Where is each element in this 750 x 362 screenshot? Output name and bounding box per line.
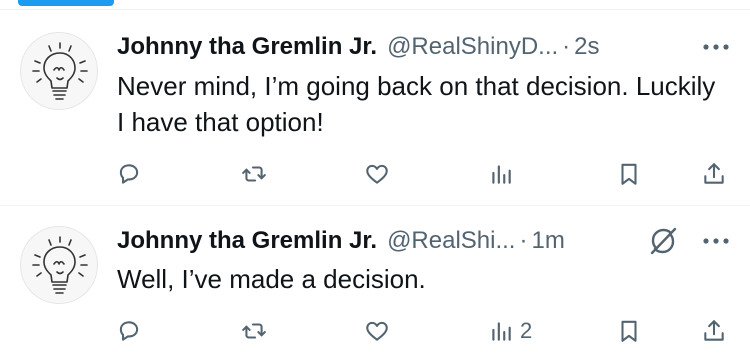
avatar[interactable]	[20, 226, 98, 304]
tweet-text: Never mind, I’m going back on that decis…	[117, 71, 716, 137]
views-count: 2	[520, 318, 533, 343]
avatar[interactable]	[20, 32, 98, 110]
share-icon	[704, 163, 724, 184]
views-button[interactable]: 2	[488, 314, 532, 348]
tweet-actions	[116, 157, 732, 191]
lightbulb-avatar-icon	[32, 236, 88, 294]
share-icon	[704, 320, 724, 341]
like-button[interactable]	[364, 157, 390, 191]
bookmark-icon	[621, 163, 637, 185]
display-name[interactable]: Johnny tha Gremlin Jr.	[117, 33, 377, 61]
grok-icon[interactable]	[646, 224, 680, 258]
more-icon[interactable]	[702, 33, 730, 61]
share-button[interactable]	[701, 157, 727, 191]
tweet-text: Well, I’ve made a decision.	[117, 264, 426, 294]
user-handle[interactable]: @RealShinyD...	[387, 33, 558, 61]
tweet-header: Johnny tha Gremlin Jr. @RealShi... · 1m	[117, 224, 730, 258]
views-icon	[492, 322, 511, 341]
tweet-header: Johnny tha Gremlin Jr. @RealShinyD... · …	[117, 30, 730, 64]
timestamp[interactable]: 2s	[574, 33, 599, 61]
repost-button[interactable]	[241, 314, 267, 348]
views-icon	[492, 165, 511, 184]
like-icon	[366, 164, 388, 184]
lightbulb-avatar-icon	[32, 42, 88, 100]
separator-dot: ·	[562, 33, 571, 60]
tweet[interactable]: Johnny tha Gremlin Jr. @RealShinyD... · …	[0, 10, 750, 205]
active-tab-indicator	[18, 0, 114, 6]
tweet[interactable]: Johnny tha Gremlin Jr. @RealShi... · 1m …	[0, 206, 750, 362]
reply-icon	[119, 321, 139, 341]
views-button[interactable]	[488, 157, 520, 191]
reply-button[interactable]	[116, 314, 142, 348]
like-icon	[366, 321, 388, 341]
bookmark-icon	[621, 320, 637, 342]
more-icon[interactable]	[702, 227, 730, 255]
timestamp[interactable]: 1m	[531, 227, 564, 255]
repost-icon	[242, 166, 266, 182]
bookmark-button[interactable]	[616, 157, 642, 191]
display-name[interactable]: Johnny tha Gremlin Jr.	[117, 227, 377, 255]
reply-icon	[119, 164, 139, 184]
repost-icon	[242, 323, 266, 339]
like-button[interactable]	[364, 314, 390, 348]
tweet-actions: 2	[116, 314, 732, 348]
share-button[interactable]	[701, 314, 727, 348]
repost-button[interactable]	[241, 157, 267, 191]
bookmark-button[interactable]	[616, 314, 642, 348]
separator-dot: ·	[519, 227, 528, 254]
reply-button[interactable]	[116, 157, 142, 191]
user-handle[interactable]: @RealShi...	[387, 227, 515, 255]
